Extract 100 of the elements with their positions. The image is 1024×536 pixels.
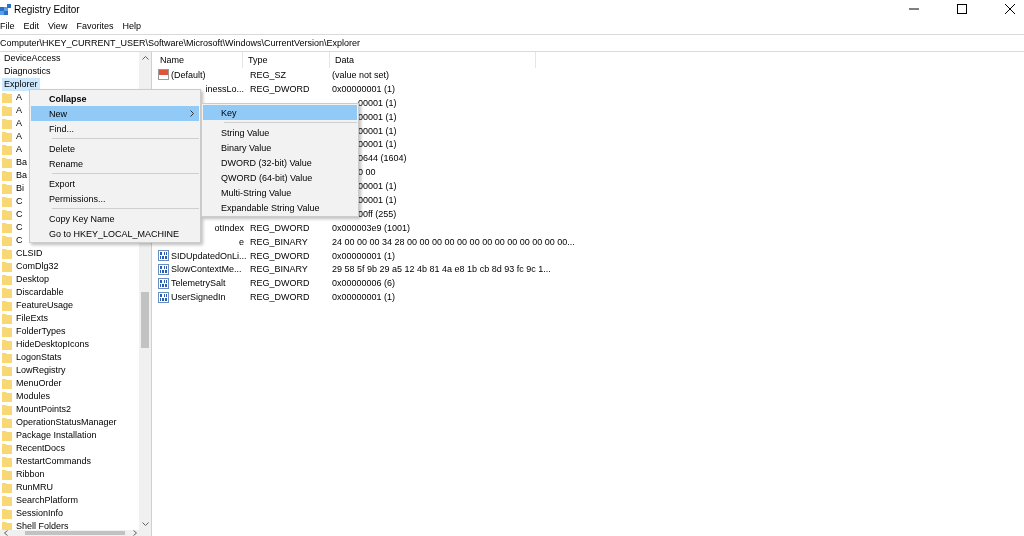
folder-icon — [2, 170, 12, 181]
folder-icon — [2, 456, 12, 467]
menu-item[interactable]: Key — [203, 105, 357, 120]
tree-item[interactable]: Ba — [16, 156, 27, 169]
menu-item[interactable]: Binary Value — [203, 140, 357, 155]
table-cell: otIndex — [214, 222, 244, 233]
tree-item[interactable]: Bi — [16, 182, 24, 195]
tree-item[interactable]: Ba — [16, 169, 27, 182]
tree-item[interactable]: Modules — [16, 390, 51, 403]
table-cell: 00001 (1) — [358, 125, 397, 136]
tree-item[interactable]: C — [16, 221, 23, 234]
tree-item[interactable]: LowRegistry — [16, 364, 66, 377]
window-title: Registry Editor — [14, 3, 80, 15]
menu-item[interactable]: File — [0, 21, 15, 31]
folder-icon — [2, 131, 12, 142]
scroll-down-icon[interactable] — [141, 522, 149, 526]
folder-icon — [2, 222, 12, 233]
tree-item[interactable]: SessionInfo — [16, 507, 64, 520]
tree-item[interactable]: Discardable — [16, 286, 64, 299]
tree-item[interactable]: HideDesktopIcons — [16, 338, 90, 351]
tree-item[interactable]: A — [16, 104, 22, 117]
menu-item[interactable]: Edit — [23, 21, 40, 31]
menu-item[interactable]: Permissions... — [31, 191, 199, 206]
table-cell: SIDUpdatedOnLi... — [171, 250, 247, 261]
scroll-right-icon[interactable] — [133, 530, 137, 536]
tree-item[interactable]: ComDlg32 — [16, 260, 59, 273]
tree-item[interactable]: Shell Folders — [16, 520, 69, 530]
folder-icon — [2, 417, 12, 428]
tree-item[interactable]: FolderTypes — [16, 325, 66, 338]
table-cell: 0x000003e9 (1001) — [332, 222, 411, 233]
column-header[interactable]: Name — [155, 52, 243, 68]
folder-icon — [2, 183, 12, 194]
menu-item[interactable]: Favorites — [76, 21, 114, 31]
scroll-thumb[interactable] — [141, 292, 149, 348]
tree-item[interactable]: RecentDocs — [16, 442, 66, 455]
tree-item[interactable]: A — [16, 117, 22, 130]
scroll-up-icon[interactable] — [141, 56, 149, 60]
menu-item[interactable]: View — [48, 21, 68, 31]
menu-item[interactable]: String Value — [203, 125, 357, 140]
menu-item[interactable]: Find... — [31, 121, 199, 136]
table-cell: inessLo... — [205, 83, 244, 94]
close-icon[interactable] — [1005, 4, 1015, 14]
menu-item[interactable]: Expandable String Value — [203, 200, 357, 215]
folder-icon — [2, 248, 12, 259]
maximize-icon[interactable] — [957, 4, 967, 14]
menu-item[interactable]: Export — [31, 176, 199, 191]
address-field[interactable]: Computer\HKEY_CURRENT_USER\Software\Microsoft\Windows\CurrentVersion\Explorer — [0, 34, 1024, 52]
tree-item[interactable]: Explorer — [2, 78, 40, 91]
folder-icon — [2, 144, 12, 155]
table-cell: 0x00000001 (1) — [332, 250, 396, 261]
table-cell: 0x00000001 (1) — [332, 292, 396, 303]
menu-item[interactable]: Copy Key Name — [31, 211, 199, 226]
tree-item[interactable]: RunMRU — [16, 481, 53, 494]
menu-item[interactable]: QWORD (64-bit) Value — [203, 170, 357, 185]
folder-icon — [2, 287, 12, 298]
menu-item[interactable]: Help — [122, 21, 141, 31]
tree-item[interactable]: OperationStatusManager — [16, 416, 117, 429]
string-value-icon — [158, 69, 169, 81]
tree-item[interactable]: A — [16, 143, 22, 156]
folder-icon — [2, 313, 12, 324]
table-cell: 00001 (1) — [358, 181, 397, 192]
folder-icon — [2, 482, 12, 493]
tree-item[interactable]: DeviceAccess — [2, 52, 63, 65]
tree-item[interactable]: Diagnostics — [2, 65, 53, 78]
tree-item[interactable]: RestartCommands — [16, 455, 92, 468]
tree-item[interactable]: A — [16, 130, 22, 143]
column-header[interactable]: Data — [330, 52, 536, 68]
binary-value-icon — [158, 291, 169, 303]
table-cell: 29 58 5f 9b 29 a5 12 4b 81 4a e8 1b cb 8d 93 fc 9c 1... — [332, 264, 551, 275]
folder-icon — [2, 196, 12, 207]
column-header[interactable]: Type — [243, 52, 330, 68]
tree-item[interactable]: Desktop — [16, 273, 50, 286]
tree-item[interactable]: MenuOrder — [16, 377, 62, 390]
menu-item[interactable]: Multi-String Value — [203, 185, 357, 200]
table-cell: SlowContextMe... — [171, 264, 242, 275]
tree-item[interactable]: Package Installation — [16, 429, 97, 442]
folder-icon — [2, 404, 12, 415]
menu-item[interactable]: Go to HKEY_LOCAL_MACHINE — [31, 226, 199, 241]
tree-item[interactable]: FileExts — [16, 312, 48, 325]
menu-item[interactable]: DWORD (32-bit) Value — [203, 155, 357, 170]
tree-item[interactable]: C — [16, 234, 23, 247]
tree-item[interactable]: MountPoints2 — [16, 403, 72, 416]
horizontal-scrollbar[interactable] — [0, 530, 151, 536]
tree-item[interactable]: A — [16, 91, 22, 104]
folder-icon — [2, 157, 12, 168]
tree-item[interactable]: FeatureUsage — [16, 299, 74, 312]
folder-icon — [2, 235, 12, 246]
menu-item[interactable]: New — [31, 106, 199, 121]
table-cell: 00001 (1) — [358, 97, 397, 108]
menu-item[interactable]: Rename — [31, 156, 199, 171]
menu-item[interactable]: Delete — [31, 141, 199, 156]
tree-item[interactable]: SearchPlatform — [16, 494, 79, 507]
tree-item[interactable]: C — [16, 208, 23, 221]
tree-item[interactable]: LogonStats — [16, 351, 62, 364]
scroll-left-icon[interactable] — [4, 530, 8, 536]
menu-item[interactable]: Collapse — [31, 91, 199, 106]
tree-item[interactable]: CLSID — [16, 247, 43, 260]
folder-icon — [2, 105, 12, 116]
tree-item[interactable]: Ribbon — [16, 468, 45, 481]
tree-item[interactable]: C — [16, 195, 23, 208]
